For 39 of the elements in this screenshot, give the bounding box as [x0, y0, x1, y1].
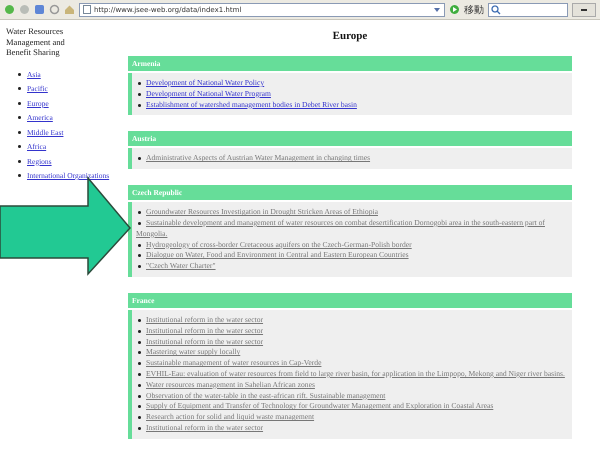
bullet-icon: [18, 160, 21, 162]
bullet-icon: [138, 157, 141, 160]
bullet-icon: [138, 244, 141, 247]
bullet-icon: [138, 82, 141, 85]
bullet-icon: [18, 130, 21, 134]
go-label[interactable]: 移動: [464, 2, 484, 16]
minimize-button[interactable]: [572, 2, 596, 16]
bullet-icon: [138, 254, 141, 258]
bullet-icon: [138, 330, 141, 333]
home-icon[interactable]: [64, 4, 75, 15]
bullet-icon: [18, 145, 21, 148]
page-icon: [83, 5, 91, 14]
search-icon: [491, 4, 501, 14]
bullet-icon: [138, 92, 141, 96]
bullet-icon: [138, 362, 141, 366]
bullet-icon: [138, 104, 141, 107]
bullet-icon: [18, 87, 21, 90]
bullet-icon: [138, 405, 141, 408]
bullet-icon: [138, 416, 141, 420]
dropdown-icon[interactable]: [433, 6, 441, 14]
bullet-icon: [138, 340, 141, 344]
bullet-icon: [138, 318, 141, 322]
bullet-icon: [18, 72, 21, 76]
bullet-icon: [18, 102, 21, 104]
bullet-icon: [138, 211, 141, 214]
bullet-icon: [18, 116, 21, 119]
bullet-icon: [138, 384, 141, 387]
go-icon[interactable]: [449, 4, 460, 15]
minimize-icon: [581, 8, 587, 11]
bullet-icon: [138, 351, 141, 354]
bullet-icon: [138, 222, 141, 225]
bullet-icon: [138, 394, 141, 398]
bullet-icon: [138, 265, 141, 268]
site-title: Water Resources Management and Benefit Sharing: [6, 26, 66, 58]
bullet-icon: [18, 174, 21, 177]
search-field[interactable]: [488, 2, 568, 16]
page-title: Europe: [332, 30, 368, 42]
bullet-icon: [138, 372, 141, 376]
bullet-icon: [138, 426, 141, 430]
